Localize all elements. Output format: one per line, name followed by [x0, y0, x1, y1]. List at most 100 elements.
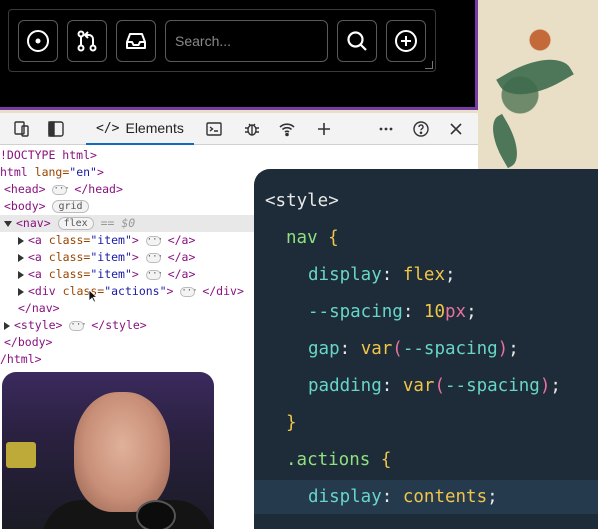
dock-side-button[interactable] [46, 119, 66, 139]
style-close: </style> [91, 318, 147, 332]
a-close: </a> [167, 233, 196, 247]
navbar: Search... [8, 9, 436, 72]
div-open: <div [28, 284, 56, 298]
collapsed-ellipsis-icon[interactable]: ··· [180, 286, 198, 297]
semicolon-token: ; [550, 376, 561, 396]
var-name-token: --spacing [445, 376, 540, 396]
a-close: </a> [167, 250, 196, 264]
plus-circle-icon [395, 30, 417, 52]
var-name-token: --spacing [402, 339, 498, 359]
colon-token: : [339, 339, 361, 359]
code-line-style-open: <style> [254, 184, 598, 218]
head-open: <head> [4, 182, 46, 196]
presenter-face [74, 392, 170, 512]
inbox-icon [126, 33, 146, 49]
doctype-text: !DOCTYPE html> [0, 148, 97, 162]
html-tag-end: > [96, 165, 104, 179]
search-icon [347, 31, 367, 51]
search-input[interactable]: Search... [165, 20, 328, 62]
code-icon: </> [96, 120, 120, 136]
a-close: </a> [167, 267, 196, 281]
collapsed-ellipsis-icon[interactable]: ··· [145, 252, 163, 263]
help-button[interactable] [411, 119, 431, 139]
background-light [6, 442, 36, 468]
debugger-tab-button[interactable] [242, 119, 262, 139]
collapsed-ellipsis-icon[interactable]: ··· [52, 184, 70, 195]
a-open: <a [28, 250, 42, 264]
network-tab-button[interactable] [277, 119, 297, 139]
open-brace-token: { [328, 228, 339, 248]
lang-attr: lang= [34, 165, 70, 179]
semicolon-token: ; [466, 302, 477, 322]
a-open: <a [28, 233, 42, 247]
dom-doctype-line[interactable]: !DOCTYPE html> [0, 147, 478, 164]
lang-value: "en" [69, 165, 97, 179]
collapse-triangle-icon[interactable] [4, 321, 10, 330]
record-button[interactable] [18, 20, 58, 62]
body-close: </body> [4, 335, 53, 349]
code-line-gap: gap: var(--spacing); [254, 332, 598, 366]
collapse-triangle-icon[interactable] [18, 270, 24, 279]
git-pull-request-icon [77, 30, 97, 52]
console-icon [206, 122, 222, 136]
display-prop-token: display [308, 265, 382, 285]
git-pull-request-button[interactable] [67, 20, 107, 62]
collapse-triangle-icon[interactable] [18, 236, 24, 245]
class-attr: class= [48, 267, 91, 281]
a-gt: > [131, 250, 139, 264]
item-value: "item" [90, 233, 132, 247]
close-icon [450, 123, 462, 135]
tab-elements[interactable]: </> Elements [86, 113, 194, 145]
body-open: <body> [4, 199, 46, 213]
expand-triangle-icon[interactable] [4, 220, 12, 227]
code-overlay: <style> nav { display: flex; --spacing: … [254, 169, 598, 529]
colon-token: : [381, 487, 403, 507]
device-emulation-button[interactable] [12, 119, 32, 139]
collapsed-ellipsis-icon[interactable]: ··· [145, 235, 163, 246]
console-tab-button[interactable] [204, 119, 224, 139]
webpage-preview: Search... [0, 0, 478, 110]
head-close: </head> [74, 182, 123, 196]
add-button[interactable] [386, 20, 426, 62]
semicolon-token: ; [508, 339, 519, 359]
a-open: <a [28, 267, 42, 281]
code-line-close-brace: } [254, 406, 598, 440]
search-button[interactable] [337, 20, 377, 62]
style-open-token: <style> [265, 191, 339, 211]
item-value: "item" [90, 267, 132, 281]
actions-value: "actions" [104, 284, 167, 298]
class-attr-part-a: cla [62, 284, 84, 298]
style-open: <style> [14, 318, 63, 332]
html-tag: html [0, 165, 28, 179]
code-line-padding: padding: var(--spacing); [254, 369, 598, 403]
grid-badge[interactable]: grid [52, 200, 89, 213]
close-devtools-button[interactable] [446, 119, 466, 139]
code-line-actions: .actions { [254, 443, 598, 477]
collapsed-ellipsis-icon[interactable]: ··· [69, 320, 87, 331]
collapse-triangle-icon[interactable] [18, 287, 24, 296]
more-horizontal-icon [379, 127, 393, 131]
add-tab-button[interactable] [314, 119, 334, 139]
more-options-button[interactable] [376, 119, 396, 139]
inbox-button[interactable] [116, 20, 156, 62]
wifi-icon [279, 123, 295, 137]
flex-badge[interactable]: flex [57, 217, 94, 230]
resize-grip-icon[interactable] [425, 61, 433, 69]
nav-close: </nav> [18, 301, 60, 315]
semicolon-token: ; [445, 265, 456, 285]
var-fn-token: var [402, 376, 435, 396]
code-line-display-flex: display: flex; [254, 258, 598, 292]
a-gt: > [131, 267, 139, 281]
devtools-toolbar: </> Elements [0, 113, 478, 145]
class-attr: class= [48, 250, 91, 264]
spacing-number-token: 10 [423, 302, 445, 322]
collapsed-ellipsis-icon[interactable]: ··· [145, 269, 163, 280]
leaf-decoration [496, 44, 574, 110]
flex-value-token: flex [402, 265, 445, 285]
item-value: "item" [90, 250, 132, 264]
gap-prop-token: gap [308, 339, 340, 359]
div-close: </div> [202, 284, 244, 298]
var-fn-token: var [360, 339, 393, 359]
sidebar-icon [48, 121, 64, 137]
collapse-triangle-icon[interactable] [18, 253, 24, 262]
